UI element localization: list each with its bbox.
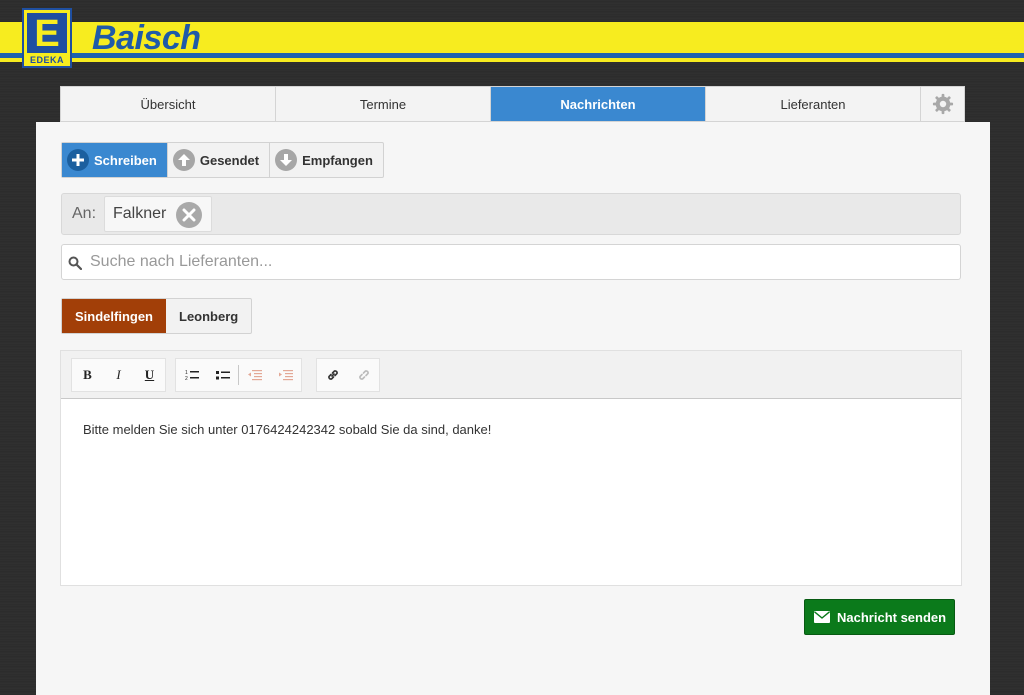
link-group: [316, 358, 380, 392]
message-editor: B I U 1 2 Bitte melden Sie sich unter 01…: [60, 350, 962, 586]
bullet-list-icon: [215, 371, 230, 380]
compose-button[interactable]: Schreiben: [62, 143, 168, 177]
location-selector: Sindelfingen Leonberg: [61, 298, 253, 334]
logo-text: EDEKA: [29, 55, 64, 65]
received-button[interactable]: Empfangen: [270, 143, 383, 177]
ordered-list-button[interactable]: 1 2: [176, 359, 207, 391]
link-icon: [327, 370, 338, 380]
recipient-chip: Falkner: [104, 196, 212, 232]
recipient-name: Falkner: [113, 205, 167, 222]
remove-link-button[interactable]: [348, 359, 379, 391]
list-indent-group: 1 2: [175, 358, 302, 392]
close-icon: [182, 208, 196, 222]
tab-termine[interactable]: Termine: [276, 87, 491, 121]
arrow-down-icon: [275, 149, 298, 171]
italic-button[interactable]: I: [103, 359, 134, 391]
brand-name: Baisch: [92, 19, 201, 57]
supplier-search-input[interactable]: [90, 245, 950, 279]
arrow-up-icon: [172, 149, 195, 171]
location-leonberg[interactable]: Leonberg: [166, 299, 251, 333]
recipient-label: An:: [72, 205, 97, 222]
outdent-icon: [247, 370, 262, 381]
logo-inner: E: [27, 13, 67, 55]
editor-toolbar: B I U 1 2: [61, 351, 961, 399]
unlink-icon: [358, 370, 369, 380]
plus-icon: [67, 149, 89, 171]
svg-text:2: 2: [185, 376, 188, 381]
ordered-list-icon: 1 2: [185, 370, 199, 381]
tab-nachrichten[interactable]: Nachrichten: [491, 87, 706, 121]
edeka-logo: E EDEKA: [22, 8, 72, 68]
underline-button[interactable]: U: [134, 359, 165, 391]
settings-button[interactable]: [921, 87, 964, 121]
send-message-label: Nachricht senden: [837, 609, 947, 625]
compose-label: Schreiben: [94, 152, 157, 168]
indent-button[interactable]: [270, 359, 301, 391]
location-sindelfingen[interactable]: Sindelfingen: [62, 299, 166, 333]
sent-label: Gesendet: [199, 152, 260, 168]
outdent-button[interactable]: [239, 359, 270, 391]
gear-icon: [932, 93, 953, 115]
search-icon: [68, 256, 82, 270]
remove-recipient-button[interactable]: [176, 202, 202, 228]
message-body[interactable]: Bitte melden Sie sich unter 017642424234…: [83, 422, 491, 437]
message-mode-group: Schreiben Gesendet Empfangen: [61, 142, 384, 178]
logo-letter: E: [34, 13, 60, 55]
sent-button[interactable]: Gesendet: [168, 143, 271, 177]
main-tabs: Übersicht Termine Nachrichten Lieferante…: [60, 86, 965, 122]
received-label: Empfangen: [302, 152, 373, 168]
tab-lieferanten[interactable]: Lieferanten: [706, 87, 921, 121]
indent-icon: [278, 370, 293, 381]
supplier-search: [61, 244, 961, 280]
bold-button[interactable]: B: [72, 359, 103, 391]
format-group: B I U: [71, 358, 166, 392]
insert-link-button[interactable]: [317, 359, 348, 391]
tab-uebersicht[interactable]: Übersicht: [61, 87, 276, 121]
messages-panel: Schreiben Gesendet Empfangen An: Falkner: [36, 122, 990, 695]
recipient-field[interactable]: An: Falkner: [61, 193, 961, 235]
envelope-icon: [814, 611, 830, 623]
send-message-button[interactable]: Nachricht senden: [804, 599, 955, 635]
unordered-list-button[interactable]: [207, 359, 238, 391]
